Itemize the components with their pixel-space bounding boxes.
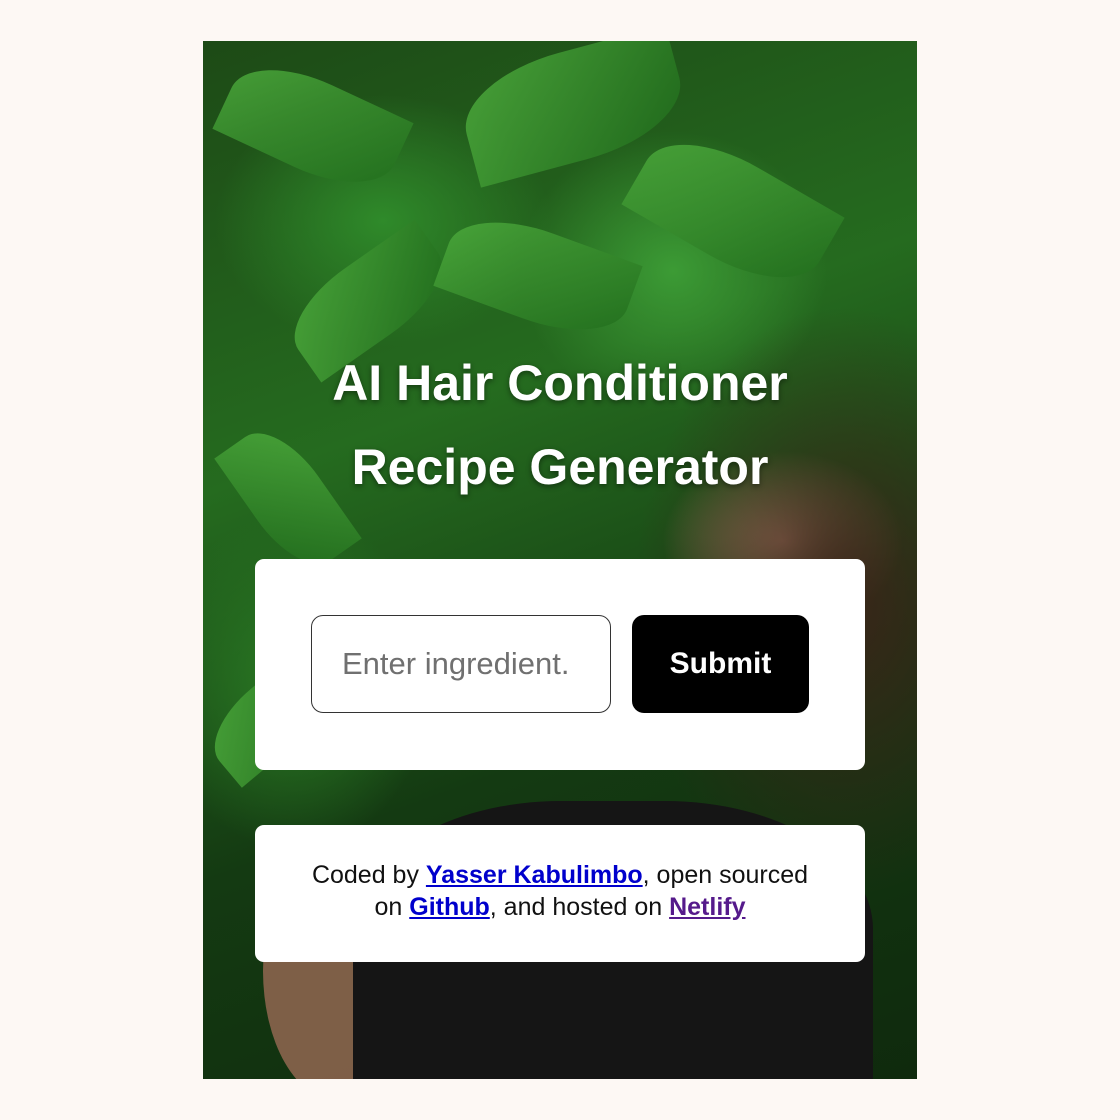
app-card: AI Hair Conditioner Recipe Generator Sub… [203, 41, 917, 1079]
page-title: AI Hair Conditioner Recipe Generator [203, 341, 917, 509]
footer-text: , open sourced [642, 861, 809, 889]
netlify-link[interactable]: Netlify [669, 893, 745, 921]
title-line-1: AI Hair Conditioner [332, 355, 788, 411]
leaf-decoration [212, 47, 414, 205]
leaf-decoration [433, 201, 643, 351]
submit-button[interactable]: Submit [632, 615, 809, 713]
author-link[interactable]: Yasser Kabulimbo [426, 861, 643, 889]
ingredient-input[interactable] [311, 615, 611, 713]
footer-text: on [374, 893, 410, 921]
github-link[interactable]: Github [409, 893, 490, 921]
title-line-2: Recipe Generator [351, 439, 769, 495]
footer-text: Coded by [311, 861, 426, 889]
leaf-decoration [621, 117, 845, 305]
footer: Coded by Yasser Kabulimbo, open sourced … [255, 825, 865, 962]
search-form: Submit [255, 559, 865, 770]
footer-text: , and hosted on [489, 893, 670, 921]
